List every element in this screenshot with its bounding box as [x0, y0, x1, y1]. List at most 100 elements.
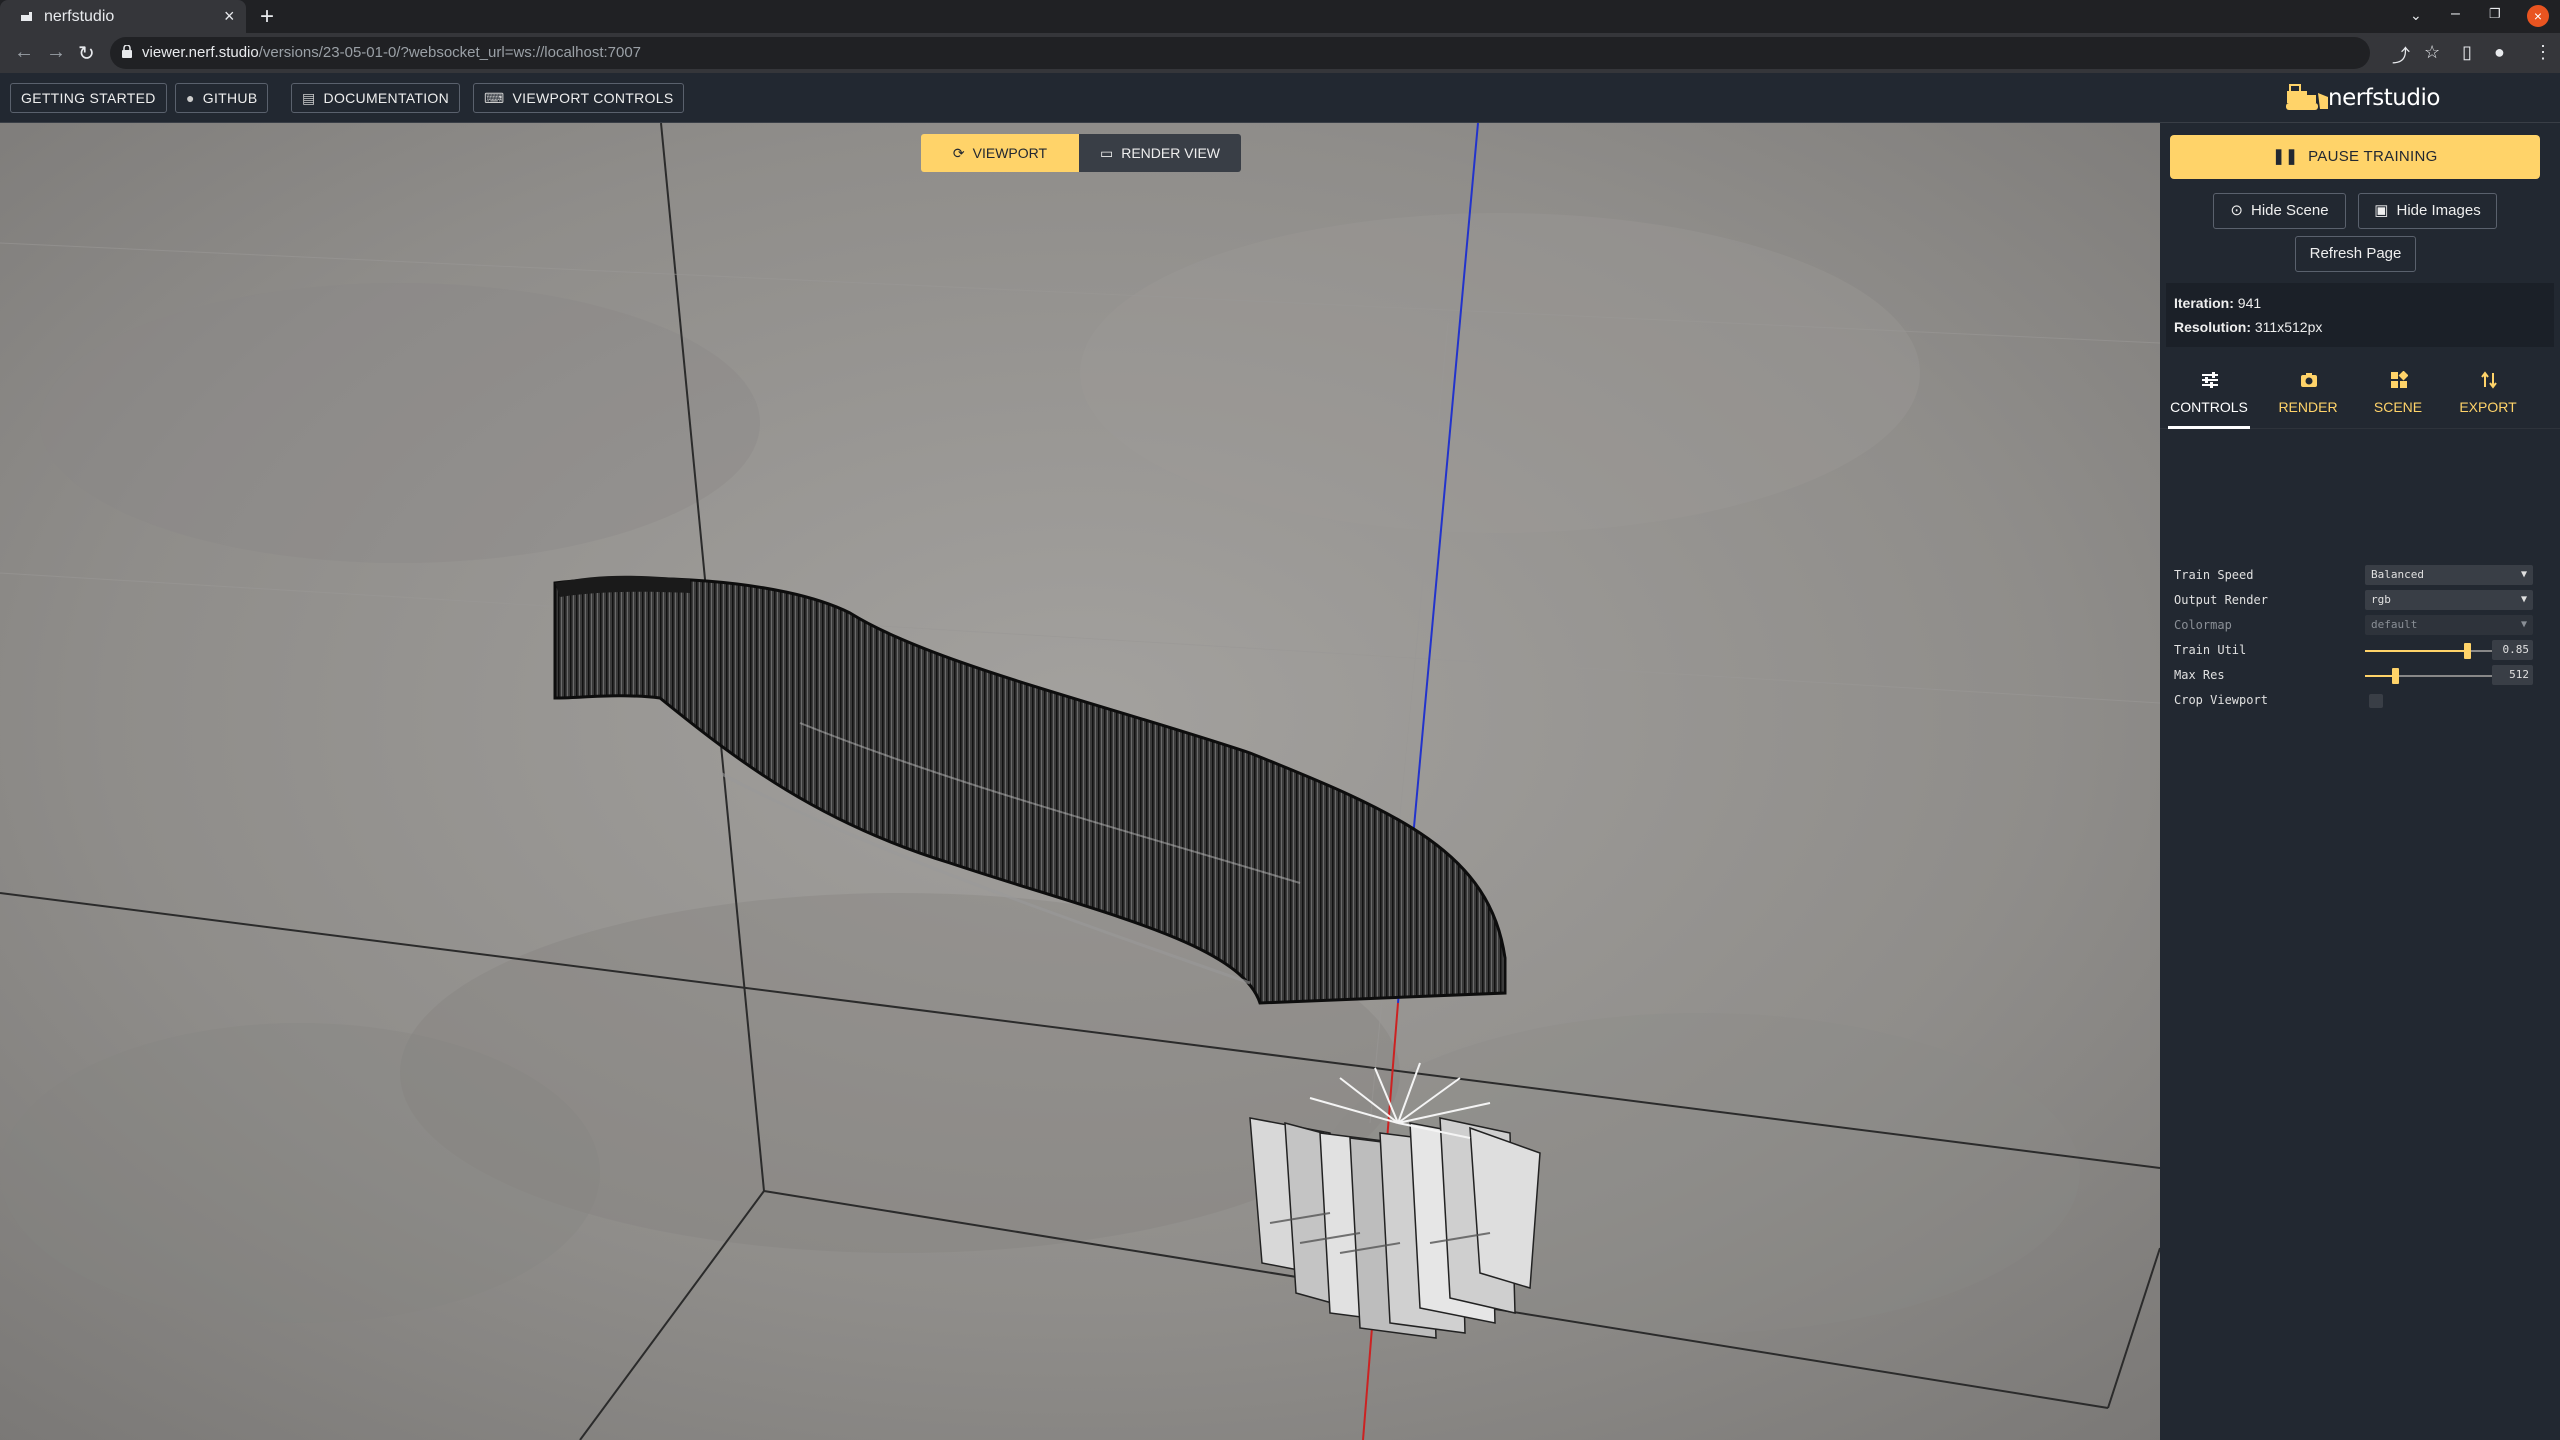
tab-controls[interactable]: CONTROLS	[2168, 359, 2250, 429]
output-render-label: Output Render	[2174, 593, 2268, 607]
profile-icon[interactable]: ●	[2494, 42, 2505, 63]
output-render-row: Output Render rgb ▼	[2174, 590, 2550, 612]
max-res-slider[interactable]	[2365, 668, 2493, 684]
train-util-input[interactable]: 0.85	[2492, 640, 2533, 660]
iteration-value: 941	[2237, 295, 2262, 311]
tab-search-icon[interactable]: ⌄	[2410, 7, 2422, 24]
iteration-label: Iteration:	[2174, 295, 2234, 311]
viewport-toggle-button[interactable]: ⟳ VIEWPORT	[921, 134, 1079, 172]
viewport-canvas[interactable]: ⟳ VIEWPORT ▭ RENDER VIEW	[0, 123, 2160, 1440]
close-tab-icon[interactable]: ×	[224, 6, 235, 27]
train-speed-value: Balanced	[2371, 568, 2424, 581]
viewport-render-toggle: ⟳ VIEWPORT ▭ RENDER VIEW	[921, 134, 1241, 172]
pause-training-button[interactable]: ❚❚ PAUSE TRAINING	[2170, 135, 2540, 179]
train-util-slider-thumb[interactable]	[2464, 643, 2471, 659]
hide-images-button[interactable]: ▣ Hide Images	[2358, 193, 2497, 229]
viewport-toggle-label: VIEWPORT	[972, 145, 1048, 161]
crop-viewport-checkbox[interactable]	[2369, 694, 2383, 708]
github-button[interactable]: ● GITHUB	[175, 83, 269, 113]
import-export-icon	[2481, 371, 2497, 389]
documentation-label: DOCUMENTATION	[323, 90, 450, 106]
panel-tabs: CONTROLS RENDER SCENE EXPORT	[2160, 359, 2560, 429]
train-util-label: Train Util	[2174, 643, 2247, 657]
colormap-value: default	[2371, 618, 2418, 631]
pause-icon: ❚❚	[2272, 148, 2299, 165]
tab-scene[interactable]: SCENE	[2357, 359, 2439, 429]
tab-controls-label: CONTROLS	[2170, 399, 2248, 415]
render-view-toggle-button[interactable]: ▭ RENDER VIEW	[1079, 134, 1241, 172]
share-icon[interactable]: ⤴	[2392, 42, 2410, 68]
url-text: viewer.nerf.studio/versions/23-05-01-0/?…	[142, 44, 641, 61]
render-view-toggle-label: RENDER VIEW	[1121, 145, 1221, 161]
viewport-controls-label: VIEWPORT CONTROLS	[512, 90, 674, 106]
browser-tab-bar: nerfstudio × + ⌄ – ❐ ×	[0, 0, 2560, 33]
crop-viewport-label: Crop Viewport	[2174, 693, 2268, 707]
hide-scene-button[interactable]: ⊙ Hide Scene	[2213, 193, 2346, 229]
widgets-icon	[2391, 371, 2408, 388]
getting-started-button[interactable]: GETTING STARTED	[10, 83, 167, 113]
control-panel: ❚❚ PAUSE TRAINING ⊙ Hide Scene ▣ Hide Image…	[2160, 123, 2560, 1440]
resolution-label: Resolution:	[2174, 319, 2251, 335]
address-bar-row: ← → ↻ viewer.nerf.studio/versions/23-05-…	[0, 33, 2560, 73]
viewport-controls-button[interactable]: ⌨ VIEWPORT CONTROLS	[473, 83, 685, 113]
documentation-button[interactable]: ▤ DOCUMENTATION	[291, 83, 461, 113]
refresh-page-button[interactable]: Refresh Page	[2295, 236, 2416, 272]
app-header: GETTING STARTED ● GITHUB ▤ DOCUMENTATION ⌨…	[0, 73, 2560, 123]
train-util-slider[interactable]	[2365, 643, 2493, 659]
new-tab-icon[interactable]: +	[260, 3, 274, 31]
camera-icon	[2301, 373, 2317, 387]
video-camera-icon: ▭	[1099, 145, 1114, 161]
url-field[interactable]: viewer.nerf.studio/versions/23-05-01-0/?…	[110, 37, 2370, 69]
max-res-label: Max Res	[2174, 668, 2225, 682]
browser-tab[interactable]: nerfstudio ×	[0, 0, 246, 33]
max-res-row: Max Res 512	[2174, 665, 2550, 687]
tab-render-label: RENDER	[2278, 399, 2338, 415]
train-util-slider-fill	[2365, 650, 2467, 652]
chevron-down-icon: ▼	[2520, 569, 2527, 580]
train-speed-row: Train Speed Balanced ▼	[2174, 565, 2550, 587]
colormap-label: Colormap	[2174, 618, 2232, 632]
github-icon: ●	[186, 90, 195, 106]
max-res-slider-thumb[interactable]	[2392, 668, 2399, 684]
hide-scene-label: Hide Scene	[2251, 202, 2329, 219]
scene-eye-icon: ⊙	[2230, 202, 2243, 219]
back-icon[interactable]: ←	[14, 41, 34, 64]
crop-viewport-row: Crop Viewport	[2174, 690, 2550, 712]
scene-render	[0, 123, 2160, 1440]
refresh-page-label: Refresh Page	[2309, 245, 2402, 262]
image-icon: ▣	[2374, 202, 2389, 219]
bookmark-star-icon[interactable]: ☆	[2424, 42, 2440, 63]
resolution-value: 311x512px	[2254, 319, 2323, 335]
menu-kebab-icon[interactable]: ⋮	[2534, 42, 2552, 63]
chevron-down-icon: ▼	[2520, 594, 2527, 605]
document-icon: ▤	[302, 90, 316, 106]
hide-images-label: Hide Images	[2396, 202, 2481, 219]
output-render-value: rgb	[2371, 593, 2391, 606]
forward-icon[interactable]: →	[46, 41, 66, 64]
restore-icon[interactable]: ❐	[2489, 6, 2501, 22]
rotate-3d-icon: ⟳	[952, 145, 965, 161]
window-close-icon[interactable]: ×	[2527, 5, 2549, 27]
output-render-select[interactable]: rgb ▼	[2365, 590, 2533, 610]
keyboard-icon: ⌨	[484, 90, 505, 106]
reload-icon[interactable]: ↻	[78, 41, 95, 66]
browser-tab-title: nerfstudio	[44, 8, 115, 25]
tab-export-label: EXPORT	[2459, 399, 2517, 415]
colormap-select[interactable]: default ▼	[2365, 615, 2533, 635]
url-path: /versions/23-05-01-0/?websocket_url=ws:/…	[258, 44, 642, 61]
nerfstudio-favicon-icon	[21, 12, 32, 21]
minimize-icon[interactable]: –	[2451, 5, 2460, 23]
train-speed-select[interactable]: Balanced ▼	[2365, 565, 2533, 585]
colormap-row: Colormap default ▼	[2174, 615, 2550, 637]
max-res-input[interactable]: 512	[2492, 665, 2533, 685]
chevron-down-icon: ▼	[2520, 619, 2527, 630]
tab-render[interactable]: RENDER	[2267, 359, 2349, 429]
tab-export[interactable]: EXPORT	[2447, 359, 2529, 429]
lock-icon	[122, 45, 132, 58]
max-res-slider-fill	[2365, 675, 2395, 677]
url-host: viewer.nerf.studio	[142, 44, 259, 61]
github-label: GITHUB	[202, 90, 258, 106]
side-panel-icon[interactable]: ▯	[2462, 42, 2472, 63]
logo-text: nerfstudio	[2328, 85, 2440, 111]
iteration-stat: Iteration: 941	[2174, 295, 2261, 311]
